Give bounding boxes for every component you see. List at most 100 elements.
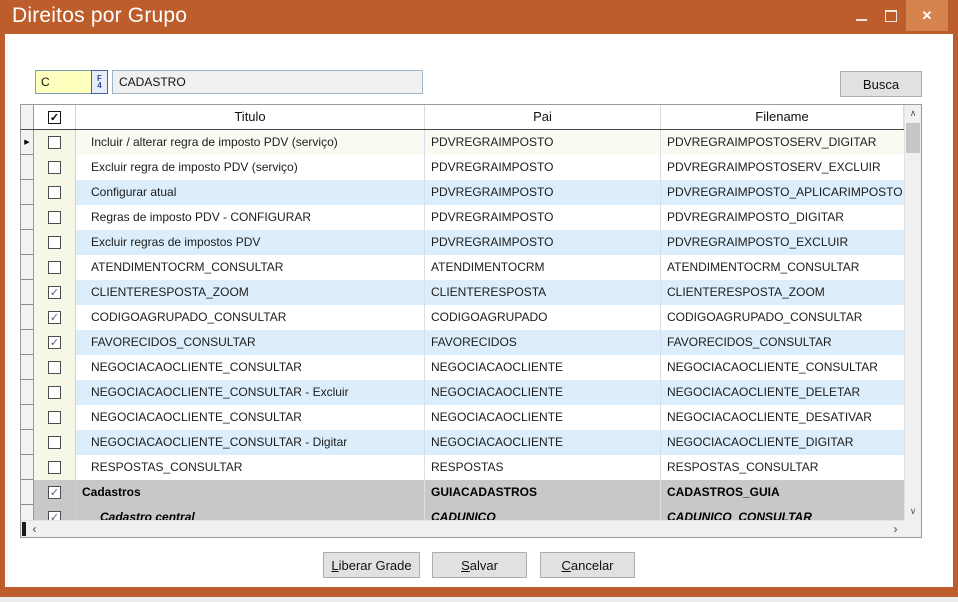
horizontal-scrollbar[interactable] xyxy=(21,520,904,537)
row-checkbox[interactable] xyxy=(48,411,61,424)
header-indicator-cell xyxy=(21,105,34,129)
row-checkbox-cell[interactable] xyxy=(34,130,76,155)
scroll-up-arrow-icon[interactable] xyxy=(905,105,921,122)
horizontal-scrollbar-thumb[interactable] xyxy=(22,522,26,536)
cell-titulo: FAVORECIDOS_CONSULTAR xyxy=(76,330,425,355)
row-indicator-cell xyxy=(21,205,34,230)
table-row[interactable]: ATENDIMENTOCRM_CONSULTAR ATENDIMENTOCRM … xyxy=(21,255,904,280)
table-row[interactable]: Configurar atual PDVREGRAIMPOSTO PDVREGR… xyxy=(21,180,904,205)
row-checkbox-cell[interactable] xyxy=(34,380,76,405)
row-checkbox-cell[interactable] xyxy=(34,230,76,255)
cell-filename: PDVREGRAIMPOSTO_DIGITAR xyxy=(661,205,904,230)
scroll-down-arrow-icon[interactable] xyxy=(905,503,921,520)
table-row[interactable]: Cadastros GUIACADASTROS CADASTROS_GUIA xyxy=(21,480,904,505)
column-header-filename[interactable]: Filename xyxy=(661,105,904,129)
row-checkbox[interactable] xyxy=(48,361,61,374)
row-indicator-cell xyxy=(21,155,34,180)
row-checkbox-cell[interactable] xyxy=(34,280,76,305)
group-code-input[interactable] xyxy=(35,70,92,94)
row-checkbox[interactable] xyxy=(48,161,61,174)
table-row[interactable]: NEGOCIACAOCLIENTE_CONSULTAR - Excluir NE… xyxy=(21,380,904,405)
row-checkbox[interactable] xyxy=(48,336,61,349)
maximize-icon xyxy=(885,10,897,22)
table-row[interactable]: CODIGOAGRUPADO_CONSULTAR CODIGOAGRUPADO … xyxy=(21,305,904,330)
row-checkbox[interactable] xyxy=(48,261,61,274)
table-row[interactable]: Incluir / alterar regra de imposto PDV (… xyxy=(21,130,904,155)
vertical-scrollbar-thumb[interactable] xyxy=(906,123,920,153)
cell-filename: RESPOSTAS_CONSULTAR xyxy=(661,455,904,480)
row-checkbox-cell[interactable] xyxy=(34,505,76,520)
row-checkbox[interactable] xyxy=(48,236,61,249)
row-checkbox-cell[interactable] xyxy=(34,455,76,480)
vertical-scrollbar[interactable] xyxy=(904,105,921,520)
table-row[interactable]: CLIENTERESPOSTA_ZOOM CLIENTERESPOSTA CLI… xyxy=(21,280,904,305)
busca-button[interactable]: Busca xyxy=(840,71,922,97)
close-button[interactable]: ✕ xyxy=(906,0,948,31)
cell-pai: FAVORECIDOS xyxy=(425,330,661,355)
group-name-field[interactable] xyxy=(112,70,423,94)
cell-pai: CODIGOAGRUPADO xyxy=(425,305,661,330)
app-window: Direitos por Grupo ✕ F 4 Busc xyxy=(0,0,958,597)
header-checkbox-cell[interactable] xyxy=(34,105,76,129)
cell-filename: CODIGOAGRUPADO_CONSULTAR xyxy=(661,305,904,330)
table-row[interactable]: NEGOCIACAOCLIENTE_CONSULTAR NEGOCIACAOCL… xyxy=(21,355,904,380)
cell-pai: NEGOCIACAOCLIENTE xyxy=(425,355,661,380)
column-header-pai[interactable]: Pai xyxy=(425,105,661,129)
cancelar-button[interactable]: Cancelar xyxy=(540,552,635,578)
row-checkbox[interactable] xyxy=(48,486,61,499)
row-indicator-cell xyxy=(21,455,34,480)
row-checkbox[interactable] xyxy=(48,436,61,449)
column-header-titulo[interactable]: Titulo xyxy=(76,105,425,129)
table-row[interactable]: NEGOCIACAOCLIENTE_CONSULTAR NEGOCIACAOCL… xyxy=(21,405,904,430)
row-checkbox[interactable] xyxy=(48,386,61,399)
scroll-left-arrow-icon[interactable] xyxy=(27,521,42,537)
scrollbar-corner xyxy=(904,520,921,537)
row-main: ATENDIMENTOCRM_CONSULTAR ATENDIMENTOCRM … xyxy=(34,255,904,280)
titlebar: Direitos por Grupo ✕ xyxy=(0,0,958,34)
row-checkbox[interactable] xyxy=(48,211,61,224)
salvar-button[interactable]: Salvar xyxy=(432,552,527,578)
scroll-right-arrow-icon[interactable] xyxy=(888,521,903,537)
select-all-checkbox[interactable] xyxy=(48,111,61,124)
row-checkbox-cell[interactable] xyxy=(34,255,76,280)
row-checkbox-cell[interactable] xyxy=(34,205,76,230)
row-checkbox[interactable] xyxy=(48,286,61,299)
cell-titulo: Cadastro central xyxy=(76,505,425,520)
cell-filename: PDVREGRAIMPOSTOSERV_EXCLUIR xyxy=(661,155,904,180)
row-checkbox-cell[interactable] xyxy=(34,155,76,180)
row-checkbox[interactable] xyxy=(48,136,61,149)
window-title: Direitos por Grupo xyxy=(12,4,187,28)
row-checkbox-cell[interactable] xyxy=(34,305,76,330)
row-checkbox-cell[interactable] xyxy=(34,405,76,430)
row-checkbox-cell[interactable] xyxy=(34,480,76,505)
row-checkbox[interactable] xyxy=(48,311,61,324)
cell-titulo: Excluir regras de impostos PDV xyxy=(76,230,425,255)
table-row[interactable]: NEGOCIACAOCLIENTE_CONSULTAR - Digitar NE… xyxy=(21,430,904,455)
cell-filename: CLIENTERESPOSTA_ZOOM xyxy=(661,280,904,305)
row-checkbox[interactable] xyxy=(48,186,61,199)
maximize-button[interactable] xyxy=(876,0,906,31)
cell-titulo: NEGOCIACAOCLIENTE_CONSULTAR - Excluir xyxy=(76,380,425,405)
minimize-button[interactable] xyxy=(846,0,876,31)
table-row[interactable]: FAVORECIDOS_CONSULTAR FAVORECIDOS FAVORE… xyxy=(21,330,904,355)
table-row[interactable]: Excluir regra de imposto PDV (serviço) P… xyxy=(21,155,904,180)
row-checkbox-cell[interactable] xyxy=(34,330,76,355)
cell-pai: NEGOCIACAOCLIENTE xyxy=(425,405,661,430)
row-indicator-cell xyxy=(21,230,34,255)
cell-filename: NEGOCIACAOCLIENTE_DELETAR xyxy=(661,380,904,405)
row-indicator-cell xyxy=(21,380,34,405)
f4-lookup-button[interactable]: F 4 xyxy=(91,70,108,94)
table-row[interactable]: Cadastro central CADUNICO CADUNICO_CONSU… xyxy=(21,505,904,520)
window-controls: ✕ xyxy=(846,0,948,31)
table-row[interactable]: RESPOSTAS_CONSULTAR RESPOSTAS RESPOSTAS_… xyxy=(21,455,904,480)
row-checkbox[interactable] xyxy=(48,511,61,520)
row-checkbox-cell[interactable] xyxy=(34,180,76,205)
grid-header-row: Titulo Pai Filename xyxy=(21,105,904,130)
row-checkbox-cell[interactable] xyxy=(34,355,76,380)
table-row[interactable]: Excluir regras de impostos PDV PDVREGRAI… xyxy=(21,230,904,255)
row-indicator-cell xyxy=(21,405,34,430)
row-checkbox[interactable] xyxy=(48,461,61,474)
table-row[interactable]: Regras de imposto PDV - CONFIGURAR PDVRE… xyxy=(21,205,904,230)
liberar-grade-button[interactable]: Liberar Grade xyxy=(323,552,420,578)
row-checkbox-cell[interactable] xyxy=(34,430,76,455)
